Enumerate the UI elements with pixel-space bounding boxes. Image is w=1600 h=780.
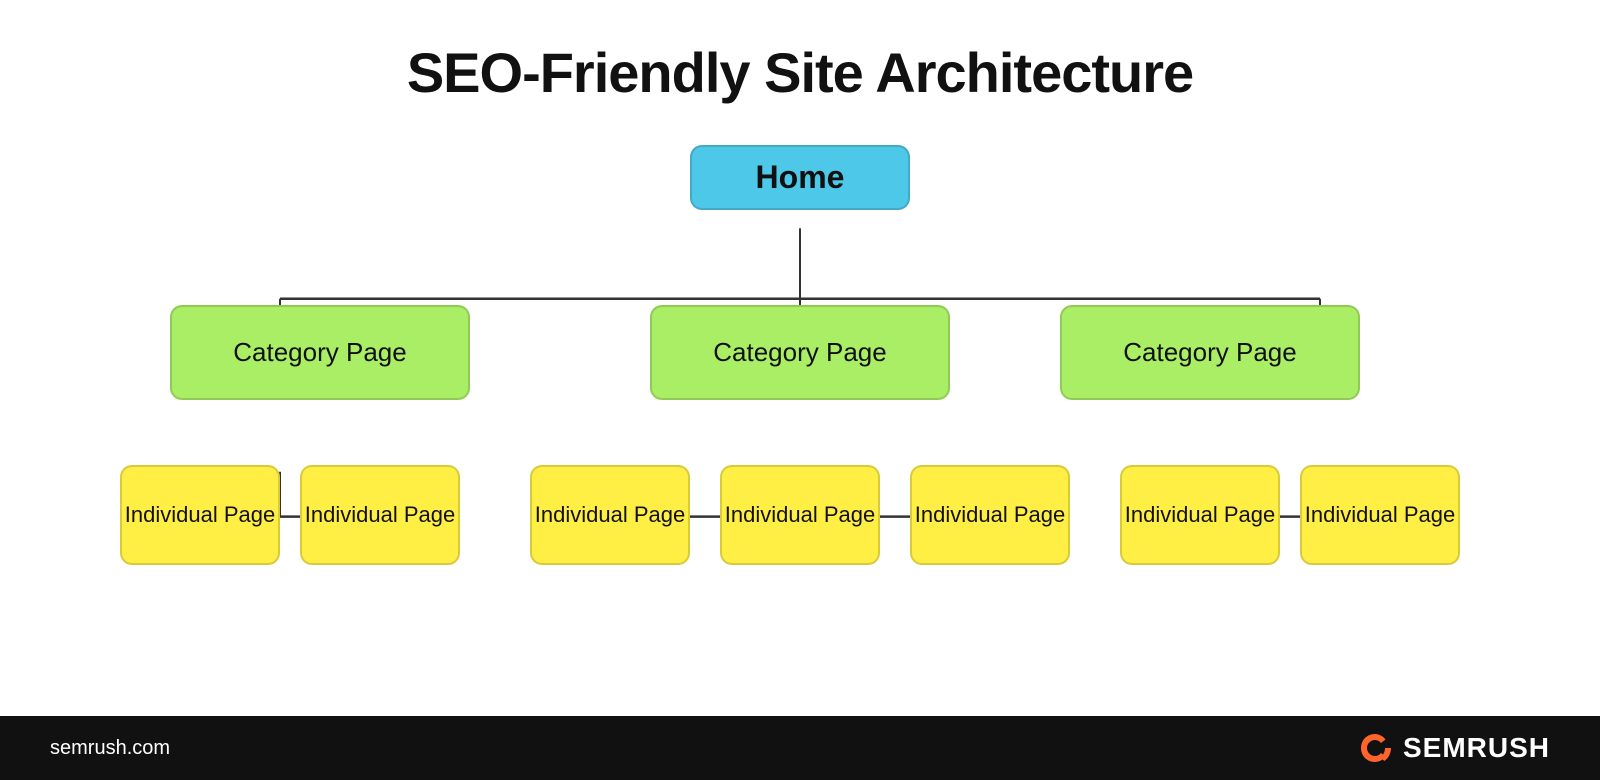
page-title: SEO-Friendly Site Architecture — [407, 40, 1193, 105]
home-label: Home — [756, 159, 845, 196]
footer-logo: SEMRUSH — [1357, 730, 1550, 766]
individual-2-3-label: Individual Page — [915, 501, 1065, 530]
individual-node-3-1: Individual Page — [1120, 465, 1280, 565]
main-content: SEO-Friendly Site Architecture — [0, 0, 1600, 716]
category-node-1: Category Page — [170, 305, 470, 400]
individual-2-1-label: Individual Page — [535, 501, 685, 530]
individual-node-2-1: Individual Page — [530, 465, 690, 565]
individual-node-3-2: Individual Page — [1300, 465, 1460, 565]
individual-1-1-label: Individual Page — [125, 501, 275, 530]
individual-1-2-label: Individual Page — [305, 501, 455, 530]
category-2-label: Category Page — [713, 337, 886, 368]
individual-3-2-label: Individual Page — [1305, 501, 1455, 530]
individual-node-1-2: Individual Page — [300, 465, 460, 565]
category-node-3: Category Page — [1060, 305, 1360, 400]
nodes-layer: Home Category Page Category Page Categor… — [60, 145, 1540, 696]
semrush-logo-icon — [1357, 730, 1393, 766]
category-1-label: Category Page — [233, 337, 406, 368]
individual-node-1-1: Individual Page — [120, 465, 280, 565]
diagram: Home Category Page Category Page Categor… — [60, 145, 1540, 696]
individual-2-2-label: Individual Page — [725, 501, 875, 530]
footer: semrush.com SEMRUSH — [0, 716, 1600, 780]
category-3-label: Category Page — [1123, 337, 1296, 368]
footer-domain: semrush.com — [50, 737, 170, 760]
home-node: Home — [690, 145, 910, 210]
individual-node-2-2: Individual Page — [720, 465, 880, 565]
individual-node-2-3: Individual Page — [910, 465, 1070, 565]
individual-3-1-label: Individual Page — [1125, 501, 1275, 530]
footer-brand-text: SEMRUSH — [1403, 732, 1550, 764]
category-node-2: Category Page — [650, 305, 950, 400]
